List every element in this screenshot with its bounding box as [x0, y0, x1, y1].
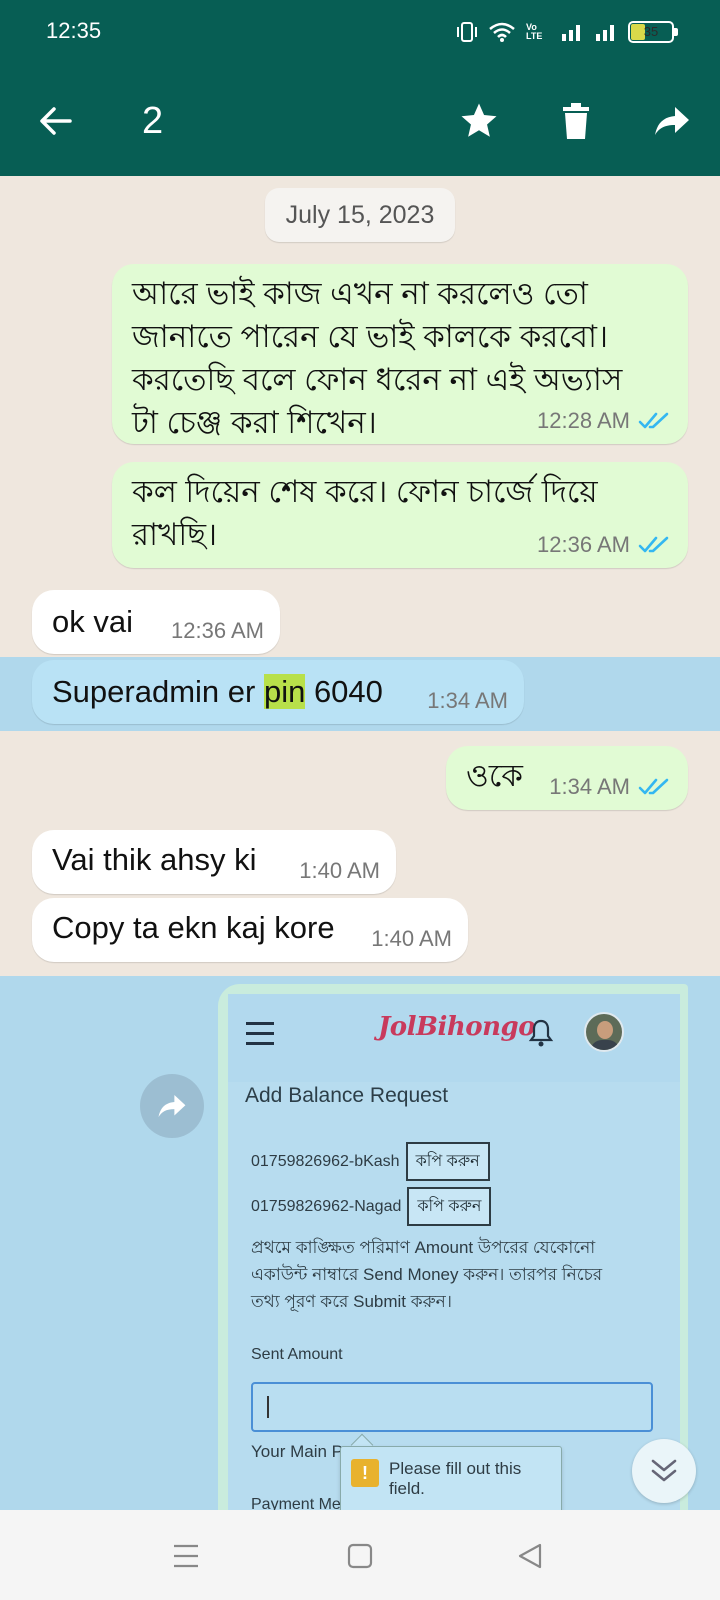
message-time: 12:28 AM [537, 408, 630, 433]
message-meta: 1:40 AM [371, 926, 452, 952]
battery-icon: 35 [628, 21, 678, 43]
delete-button[interactable] [551, 96, 601, 146]
message-text: ok vai [52, 604, 133, 639]
message-text: Vai thik ahsy ki [52, 842, 257, 877]
back-button[interactable] [30, 96, 80, 146]
message-incoming[interactable]: ok vai 12:36 AM [32, 590, 280, 654]
star-button[interactable] [454, 96, 504, 146]
read-ticks-icon [638, 536, 669, 553]
payment-label: Payment Me [251, 1496, 341, 1510]
logo: JolBihongo [378, 1012, 536, 1042]
message-time: 12:36 AM [171, 618, 264, 643]
message-outgoing[interactable]: কল দিয়েন শেষ করে। ফোন চার্জে দিয়ে রাখছ… [112, 462, 688, 568]
message-text: Copy ta ekn kaj kore [52, 910, 335, 945]
selected-count: 2 [142, 100, 164, 142]
message-meta: 12:36 AM [537, 532, 672, 558]
message-text: ওকে [466, 758, 523, 793]
message-incoming[interactable]: Vai thik ahsy ki 1:40 AM [32, 830, 396, 894]
vibrate-icon [457, 22, 477, 42]
validation-tooltip: ! Please fill out this field. [340, 1446, 562, 1510]
bell-icon [528, 1019, 554, 1047]
message-incoming[interactable]: Copy ta ekn kaj kore 1:40 AM [32, 898, 468, 962]
menu-icon [246, 1022, 274, 1046]
message-meta: 1:34 AM [427, 688, 508, 714]
read-ticks-icon [638, 412, 669, 429]
forward-icon [655, 107, 689, 135]
image-attachment[interactable]: JolBihongo Add Balance Request 017598269… [228, 994, 680, 1510]
image-message[interactable]: JolBihongo Add Balance Request 017598269… [218, 984, 688, 1510]
battery-level: 35 [643, 24, 659, 39]
copy-button: কপি করুন [405, 1142, 490, 1181]
search-highlight: pin [263, 674, 306, 709]
message-meta: 12:36 AM [171, 618, 264, 644]
message-time: 1:34 AM [549, 774, 630, 799]
sent-amount-label: Sent Amount [251, 1346, 343, 1363]
avatar [584, 1012, 624, 1052]
copy-button: কপি করুন [407, 1187, 492, 1226]
quick-forward-button[interactable] [140, 1074, 204, 1138]
forward-icon [158, 1094, 186, 1118]
message-incoming-selected[interactable]: Superadmin er pin 6040 1:34 AM [32, 660, 524, 724]
double-chevron-down-icon [651, 1459, 677, 1482]
nav-back-button[interactable] [508, 1534, 552, 1578]
screenshot-header: JolBihongo [228, 994, 680, 1082]
forward-button[interactable] [647, 96, 697, 146]
message-text: Superadmin er pin 6040 [52, 674, 383, 709]
app-bar: 12:35 Vo LTE 35 2 [0, 0, 720, 176]
message-time: 1:34 AM [427, 688, 508, 713]
message-meta: 1:40 AM [299, 858, 380, 884]
signal-icon-1 [562, 25, 580, 41]
back-triangle-icon [518, 1543, 542, 1569]
volte-indicator: Vo LTE [526, 22, 543, 41]
date-chip: July 15, 2023 [265, 188, 455, 242]
back-arrow-icon [40, 107, 72, 135]
message-outgoing[interactable]: ওকে 1:34 AM [446, 746, 688, 810]
delete-icon [563, 103, 589, 139]
account-row: 01759826962-Nagad কপি করুন [251, 1187, 492, 1226]
system-nav-bar [0, 1510, 720, 1600]
message-outgoing[interactable]: আরে ভাই কাজ এখন না করলেও তো জানাতে পারেন… [112, 264, 688, 444]
message-time: 1:40 AM [371, 926, 452, 951]
selected-message-row[interactable]: Superadmin er pin 6040 1:34 AM [0, 657, 720, 731]
instruction-text: প্রথমে কাঙ্ক্ষিত পরিমাণ Amount উপরের যেক… [251, 1238, 603, 1311]
message-meta: 12:28 AM [537, 408, 672, 434]
tooltip-text: Please fill out this field. [389, 1459, 522, 1498]
main-label: Your Main P [251, 1442, 343, 1461]
chat-area[interactable]: July 15, 2023 আরে ভাই কাজ এখন না করলেও ত… [0, 176, 720, 1510]
signal-icon-2 [596, 25, 614, 41]
read-ticks-icon [638, 778, 669, 795]
star-icon [461, 103, 497, 137]
nav-home-button[interactable] [338, 1534, 382, 1578]
nav-menu-button[interactable] [164, 1534, 208, 1578]
message-meta: 1:34 AM [549, 774, 672, 800]
warning-icon: ! [351, 1459, 379, 1487]
menu-icon [174, 1544, 198, 1568]
status-icons: Vo LTE 35 [456, 18, 678, 46]
status-time: 12:35 [46, 18, 102, 43]
status-bar: 12:35 Vo LTE 35 [0, 0, 720, 64]
sent-amount-field [251, 1382, 653, 1432]
scroll-to-bottom-button[interactable] [632, 1439, 696, 1503]
home-square-icon [347, 1543, 373, 1569]
selection-toolbar: 2 [0, 64, 720, 176]
account-row: 01759826962-bKash কপি করুন [251, 1142, 490, 1181]
screenshot-title: Add Balance Request [245, 1084, 449, 1107]
message-time: 1:40 AM [299, 858, 380, 883]
message-time: 12:36 AM [537, 532, 630, 557]
wifi-icon [489, 22, 515, 42]
